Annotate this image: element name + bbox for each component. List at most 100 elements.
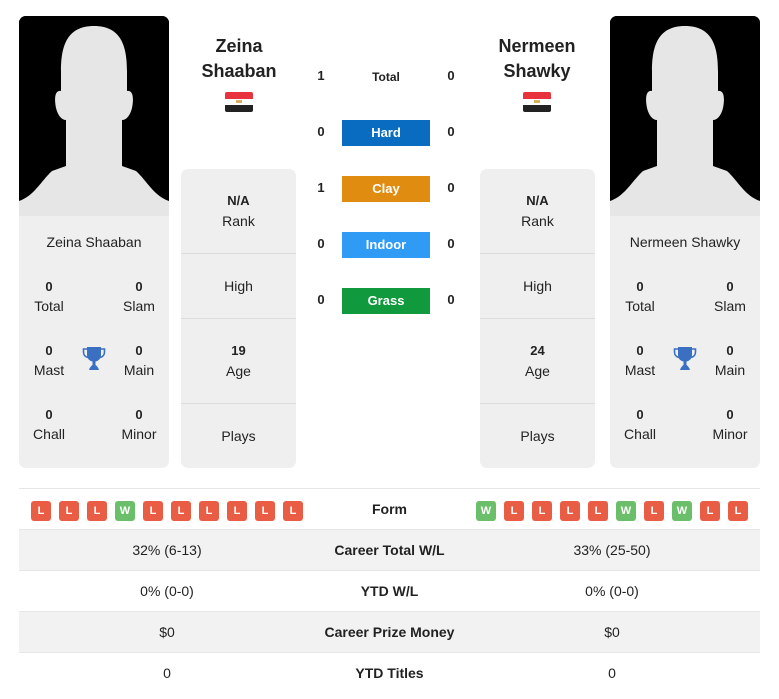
- high-cell: High: [181, 276, 296, 296]
- h2h-left-count: 1: [317, 180, 325, 195]
- stat-label: Slam: [714, 298, 746, 314]
- name-line-2: Shawky: [503, 61, 571, 81]
- egypt-flag-icon: [523, 92, 551, 112]
- form-badge-loss[interactable]: L: [588, 501, 608, 521]
- age-cell: 24 Age: [480, 341, 595, 381]
- h2h-left-count: 0: [317, 236, 325, 251]
- rank-value: N/A: [526, 193, 549, 208]
- left-value: 0% (0-0): [140, 583, 194, 599]
- surface-indoor-badge[interactable]: Indoor: [342, 232, 430, 258]
- high-label: High: [523, 278, 552, 294]
- age-label: Age: [226, 363, 251, 379]
- stat-main: 0 Main: [109, 342, 169, 380]
- stat-value: 0: [636, 407, 644, 422]
- stat-label: Slam: [123, 298, 155, 314]
- player-card-left: Zeina Shaaban 0 Total 0 Slam 0 Mast 0 Ma…: [19, 216, 169, 468]
- row-label: Career Prize Money: [324, 624, 455, 640]
- player-heading-left[interactable]: Zeina Shaaban: [164, 34, 314, 84]
- form-badge-loss[interactable]: L: [700, 501, 720, 521]
- table-row: $0 Career Prize Money $0: [19, 612, 760, 653]
- surface-hard-badge[interactable]: Hard: [342, 120, 430, 146]
- form-badge-win[interactable]: W: [616, 501, 636, 521]
- form-badge-loss[interactable]: L: [227, 501, 247, 521]
- stat-slam: 0 Slam: [700, 278, 760, 316]
- table-row: 32% (6-13) Career Total W/L 33% (25-50): [19, 530, 760, 571]
- name-line-2: Shaaban: [201, 61, 277, 81]
- form-badge-loss[interactable]: L: [532, 501, 552, 521]
- player-heading-right[interactable]: Nermeen Shawky: [462, 34, 612, 84]
- player-name[interactable]: Nermeen Shawky: [610, 234, 760, 250]
- name-line-1: Nermeen: [498, 36, 576, 56]
- divider: [480, 403, 595, 404]
- rank-cell: N/A Rank: [480, 191, 595, 231]
- form-badge-loss[interactable]: L: [504, 501, 524, 521]
- divider: [181, 403, 296, 404]
- right-value: 33% (25-50): [573, 542, 651, 558]
- form-badge-win[interactable]: W: [672, 501, 692, 521]
- surface-total-label: Total: [372, 70, 400, 84]
- divider: [181, 253, 296, 254]
- stat-value: 0: [45, 279, 53, 294]
- rank-cell: N/A Rank: [181, 191, 296, 231]
- age-cell: 19 Age: [181, 341, 296, 381]
- h2h-right-count: 0: [447, 180, 455, 195]
- player-name[interactable]: Zeina Shaaban: [19, 234, 169, 250]
- form-badge-win[interactable]: W: [115, 501, 135, 521]
- age-label: Age: [525, 363, 550, 379]
- stat-label: Mast: [624, 362, 656, 378]
- plays-label: Plays: [221, 428, 256, 444]
- stat-mast: 0 Mast: [610, 342, 670, 380]
- high-label: High: [224, 278, 253, 294]
- rank-label: Rank: [521, 213, 554, 229]
- right-value: 0% (0-0): [585, 583, 639, 599]
- surface-clay-badge[interactable]: Clay: [342, 176, 430, 202]
- form-badge-loss[interactable]: L: [59, 501, 79, 521]
- stat-label: Chall: [33, 426, 65, 442]
- trophy-icon: [82, 347, 106, 370]
- surface-grass-badge[interactable]: Grass: [342, 288, 430, 314]
- comparison-table: LLLWLLLLLL Form WLLLLWLWLL 32% (6-13) Ca…: [19, 488, 760, 694]
- h2h-left-count: 0: [317, 124, 325, 139]
- form-badge-loss[interactable]: L: [143, 501, 163, 521]
- stat-value: 0: [726, 407, 734, 422]
- form-badges-left: LLLWLLLLLL: [31, 501, 303, 521]
- h2h-right-count: 0: [447, 68, 455, 83]
- silhouette-icon: [610, 16, 760, 216]
- player-photo-left: [19, 16, 169, 216]
- form-badge-loss[interactable]: L: [283, 501, 303, 521]
- form-badge-loss[interactable]: L: [255, 501, 275, 521]
- form-badge-loss[interactable]: L: [171, 501, 191, 521]
- stat-mast: 0 Mast: [19, 342, 79, 380]
- form-row: LLLWLLLLLL Form WLLLLWLWLL: [19, 489, 760, 530]
- stat-label: Chall: [624, 426, 656, 442]
- row-label: YTD W/L: [360, 583, 419, 599]
- stat-label: Total: [625, 298, 655, 314]
- right-value: $0: [604, 624, 620, 640]
- stat-label: Minor: [712, 426, 748, 442]
- divider: [480, 318, 595, 319]
- left-value: $0: [159, 624, 175, 640]
- player-card-right: Nermeen Shawky 0 Total 0 Slam 0 Mast 0 M…: [610, 216, 760, 468]
- stat-value: 0: [636, 279, 644, 294]
- form-badge-loss[interactable]: L: [87, 501, 107, 521]
- stat-value: 0: [636, 343, 644, 358]
- form-badge-loss[interactable]: L: [728, 501, 748, 521]
- player-info-right: N/A Rank High 24 Age Plays: [480, 169, 595, 468]
- h2h-row-total: 1 Total 0: [305, 64, 475, 90]
- plays-cell: Plays: [181, 426, 296, 446]
- plays-label: Plays: [520, 428, 555, 444]
- form-badge-loss[interactable]: L: [560, 501, 580, 521]
- rank-label: Rank: [222, 213, 255, 229]
- stat-value: 0: [726, 343, 734, 358]
- form-badge-loss[interactable]: L: [31, 501, 51, 521]
- form-badge-loss[interactable]: L: [644, 501, 664, 521]
- form-badge-loss[interactable]: L: [199, 501, 219, 521]
- plays-cell: Plays: [480, 426, 595, 446]
- form-badges-right: WLLLLWLWLL: [476, 501, 748, 521]
- stat-label: Main: [123, 362, 155, 378]
- h2h-right-count: 0: [447, 124, 455, 139]
- stat-minor: 0 Minor: [109, 406, 169, 444]
- form-badge-win[interactable]: W: [476, 501, 496, 521]
- stat-main: 0 Main: [700, 342, 760, 380]
- stat-label: Mast: [33, 362, 65, 378]
